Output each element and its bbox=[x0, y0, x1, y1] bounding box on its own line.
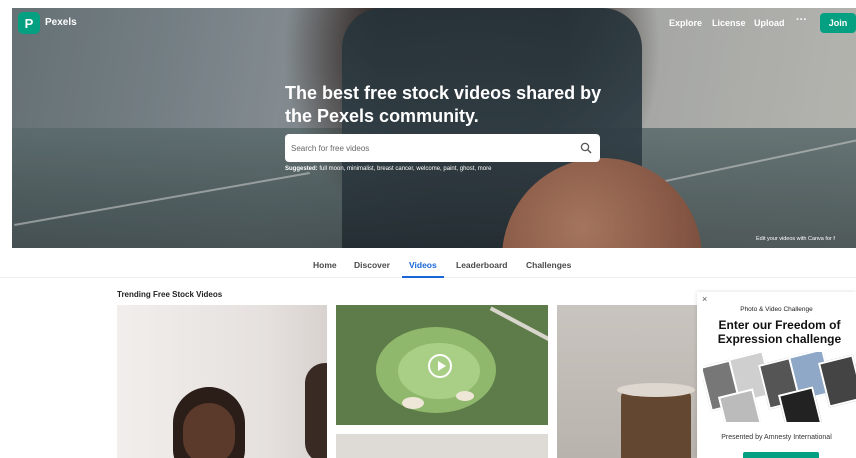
search-icon[interactable] bbox=[580, 142, 592, 154]
pexels-videos-page: P Pexels Explore License Upload ··· Join… bbox=[0, 0, 856, 458]
tab-challenges[interactable]: Challenges bbox=[526, 260, 571, 270]
nav-upload-link[interactable]: Upload bbox=[754, 18, 785, 28]
canva-edit-note[interactable]: Edit your videos with Canva for f bbox=[756, 236, 835, 242]
challenge-popup: × Photo & Video Challenge Enter our Free… bbox=[697, 292, 856, 458]
thumbnail-cart-path bbox=[489, 306, 548, 348]
play-icon[interactable] bbox=[428, 354, 452, 378]
section-tabs: Home Discover Videos Leaderboard Challen… bbox=[0, 256, 856, 278]
top-navbar: P Pexels Explore License Upload ··· Join bbox=[12, 8, 856, 38]
thumbnail-bunker bbox=[402, 397, 424, 409]
thumbnail-drink-glass bbox=[621, 391, 691, 458]
tab-leaderboard[interactable]: Leaderboard bbox=[456, 260, 508, 270]
suggested-searches: Suggested: full moon, minimalist, breast… bbox=[285, 166, 491, 172]
search-bar bbox=[285, 134, 600, 162]
tab-home[interactable]: Home bbox=[313, 260, 337, 270]
suggested-terms[interactable]: full moon, minimalist, breast cancer, we… bbox=[319, 166, 491, 172]
search-input[interactable] bbox=[291, 139, 561, 157]
close-icon[interactable]: × bbox=[702, 294, 707, 304]
brand-name[interactable]: Pexels bbox=[45, 17, 77, 28]
active-tab-indicator bbox=[402, 276, 444, 278]
video-thumbnail[interactable] bbox=[557, 305, 701, 458]
video-thumbnail[interactable] bbox=[336, 434, 548, 458]
hero-overlay bbox=[12, 8, 856, 248]
thumbnail-second-person bbox=[305, 363, 327, 458]
collage-photo bbox=[817, 354, 856, 408]
thumbnail-person-face bbox=[183, 403, 235, 458]
popup-photo-collage bbox=[703, 352, 856, 422]
more-menu-icon[interactable]: ··· bbox=[796, 14, 807, 26]
tab-discover[interactable]: Discover bbox=[354, 260, 390, 270]
hero-headline: The best free stock videos shared by the… bbox=[285, 83, 602, 126]
popup-kicker: Photo & Video Challenge bbox=[740, 306, 813, 313]
section-title: Trending Free Stock Videos bbox=[117, 290, 223, 299]
popup-presented-by: Presented by Amnesty International bbox=[721, 434, 832, 441]
popup-cta-button[interactable] bbox=[743, 452, 819, 458]
nav-license-link[interactable]: License bbox=[712, 18, 746, 28]
nav-explore-link[interactable]: Explore bbox=[669, 18, 702, 28]
thumbnail-bunker bbox=[456, 391, 474, 401]
video-thumbnail[interactable] bbox=[117, 305, 327, 458]
popup-title: Enter our Freedom of Expression challeng… bbox=[717, 318, 842, 346]
pexels-logo-icon[interactable]: P bbox=[18, 12, 40, 34]
join-button[interactable]: Join bbox=[820, 13, 856, 33]
thumbnail-glass-rim bbox=[617, 383, 695, 397]
suggested-label: Suggested: bbox=[285, 166, 318, 172]
tab-videos[interactable]: Videos bbox=[409, 260, 437, 270]
hero-banner bbox=[12, 8, 856, 248]
